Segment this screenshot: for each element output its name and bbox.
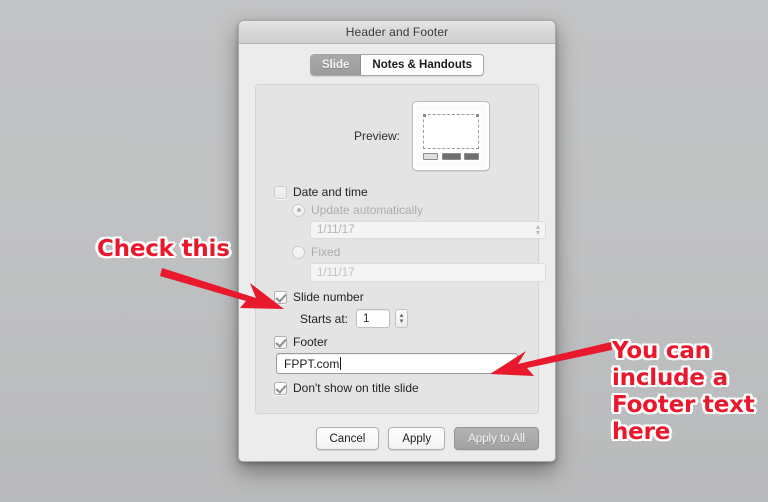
dont-show-on-title-slide-label: Don't show on title slide <box>293 381 419 395</box>
text-caret <box>340 357 342 370</box>
annotation-arrow-right <box>490 342 612 376</box>
desktop-background: Header and Footer Slide Notes & Handouts… <box>0 0 768 502</box>
date-and-time-row[interactable]: Date and time <box>274 185 538 199</box>
date-format-value: 1/11/17 <box>317 224 355 236</box>
starts-at-row: Starts at: 1 ▴ ▾ <box>274 309 538 328</box>
placeholder-handle-icon <box>423 114 426 117</box>
preview-date-bar <box>423 153 438 160</box>
update-automatically-label: Update automatically <box>311 203 424 217</box>
tab-notes-and-handouts[interactable]: Notes & Handouts <box>361 55 484 75</box>
fixed-date-input[interactable]: 1/11/17 <box>310 263 546 282</box>
starts-at-input[interactable]: 1 <box>356 309 391 328</box>
fixed-radio[interactable] <box>292 245 305 259</box>
dialog-title: Header and Footer <box>345 25 449 39</box>
slide-number-label: Slide number <box>293 290 364 304</box>
footer-text-value: FPPT.com <box>284 356 340 371</box>
date-format-select[interactable]: 1/11/17 ▴ ▾ <box>310 221 546 239</box>
tab-slide[interactable]: Slide <box>310 55 362 75</box>
dont-show-on-title-slide-checkbox[interactable] <box>274 381 287 395</box>
annotation-line-4: here <box>612 419 671 445</box>
chevron-updown-icon: ▴ ▾ <box>535 223 540 237</box>
preview-label: Preview: <box>353 129 400 143</box>
dialog-buttons: Cancel Apply Apply to All <box>315 427 539 450</box>
placeholder-handle-icon <box>476 114 479 117</box>
footer-label: Footer <box>293 335 328 349</box>
annotation-footer-text: You can include a Footer text here <box>612 338 762 446</box>
update-automatically-row[interactable]: Update automatically <box>274 203 538 217</box>
fixed-label: Fixed <box>311 245 341 259</box>
date-and-time-label: Date and time <box>293 185 368 199</box>
cancel-button[interactable]: Cancel <box>315 427 380 450</box>
preview-slide-number-bar <box>464 153 479 160</box>
annotation-check-this: Check this <box>97 236 230 262</box>
slide-number-row[interactable]: Slide number <box>274 290 538 304</box>
apply-to-all-button[interactable]: Apply to All <box>454 427 539 450</box>
annotation-line-2: include a <box>612 365 728 391</box>
preview-content-placeholder <box>423 114 479 149</box>
tab-bar: Slide Notes & Handouts <box>239 44 555 76</box>
update-automatically-radio[interactable] <box>292 203 305 217</box>
preview-footer-bar <box>441 153 461 160</box>
header-and-footer-dialog: Header and Footer Slide Notes & Handouts… <box>238 20 556 462</box>
footer-text-input[interactable]: FPPT.com <box>276 353 518 374</box>
annotation-line-1: You can <box>612 338 711 364</box>
chevron-down-icon[interactable]: ▾ <box>400 318 404 325</box>
preview-slide <box>421 110 481 162</box>
date-and-time-checkbox[interactable] <box>274 185 287 199</box>
starts-at-stepper[interactable]: ▴ ▾ <box>395 309 409 328</box>
starts-at-value: 1 <box>363 312 370 325</box>
preview-row: Preview: <box>256 85 538 171</box>
fixed-row[interactable]: Fixed <box>274 245 538 259</box>
tab-group: Slide Notes & Handouts <box>309 54 485 76</box>
apply-button[interactable]: Apply <box>388 427 446 450</box>
annotation-line-3: Footer text <box>612 392 755 418</box>
footer-checkbox[interactable] <box>274 335 287 349</box>
starts-at-label: Starts at: <box>300 311 349 326</box>
preview-footer-bars <box>423 153 479 160</box>
preview-thumbnail <box>412 101 490 171</box>
fixed-date-placeholder: 1/11/17 <box>317 266 355 279</box>
chevron-down-icon: ▾ <box>535 228 540 237</box>
dialog-body: Slide Notes & Handouts Preview: Date and… <box>239 44 555 461</box>
annotation-arrow-left <box>160 268 284 309</box>
dialog-titlebar: Header and Footer <box>239 21 555 44</box>
